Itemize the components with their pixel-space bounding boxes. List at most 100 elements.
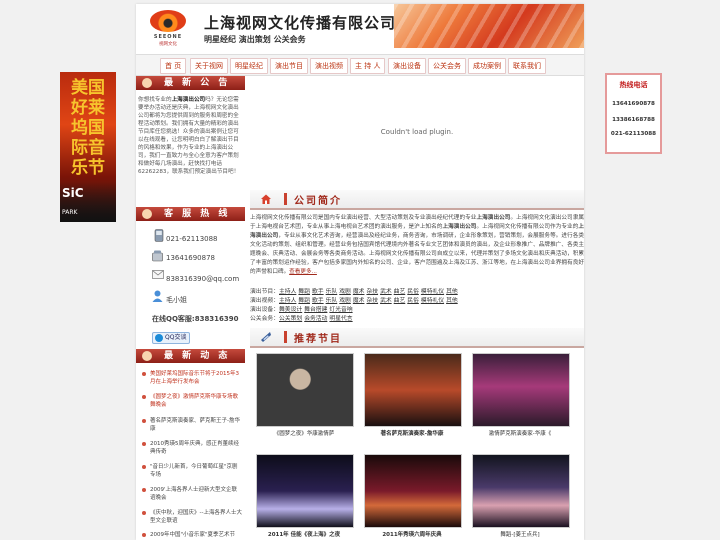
- news-item[interactable]: 2009'上海各界人士迎新大型文企联谊晚会: [142, 486, 242, 502]
- program-thumbnail[interactable]: [256, 454, 354, 528]
- news-item[interactable]: 美国好莱坞国际音乐节将于2015年3月在上海举行发布会: [142, 370, 242, 386]
- about-text-part: 上海视网文化传播有限公司是国内专业演出经营、大型活动策划及专业演出经纪代理的专业: [250, 215, 477, 221]
- category-link[interactable]: 明星代言: [329, 316, 352, 322]
- news-item[interactable]: "音日少儿新首，今日葡萄红星"京剧专场: [142, 463, 242, 479]
- category-link[interactable]: 模特礼仪: [421, 298, 444, 304]
- bullet-icon: [142, 465, 146, 469]
- nav-programs[interactable]: 演出节目: [270, 58, 308, 74]
- news-item-text: "音日少儿新首，今日葡萄红星"京剧专场: [150, 464, 238, 478]
- category-link[interactable]: 武术: [380, 298, 392, 304]
- program-thumbnail[interactable]: [364, 353, 462, 427]
- category-link[interactable]: 公关策划: [279, 316, 302, 322]
- bullet-icon: [142, 533, 146, 537]
- category-link[interactable]: 其他: [446, 298, 458, 304]
- hotline-float-title: 热线电话: [619, 81, 648, 89]
- program-caption[interactable]: 《圆梦之夜》华康激情萨: [256, 429, 352, 437]
- category-link[interactable]: 曲艺: [394, 298, 406, 304]
- program-caption[interactable]: 2011年 佳能《夜上海》之夜: [256, 530, 352, 538]
- headset-icon: [142, 209, 152, 219]
- nav-star-agency[interactable]: 明星经纪: [230, 58, 268, 74]
- news-item[interactable]: 《庆中秋，迎国庆》--上海各界人士大型文企联谊: [142, 509, 242, 525]
- nav-pr[interactable]: 公关会务: [428, 58, 466, 74]
- ad-sic-text: SiC: [62, 186, 84, 200]
- nav-hosts[interactable]: 主 持 人: [350, 58, 386, 74]
- news-item-text: 2010秀瑛5周年庆典，感正肖董续经典传奇: [150, 441, 239, 455]
- program-card[interactable]: 《圆梦之夜》华康激情萨: [256, 353, 354, 437]
- program-thumbnail[interactable]: [472, 454, 570, 528]
- nav-home[interactable]: 首 页: [160, 58, 187, 74]
- news-item[interactable]: 2010秀瑛5周年庆典，感正肖董续经典传奇: [142, 440, 242, 456]
- read-more-link[interactable]: 查看更多...: [289, 269, 317, 275]
- program-caption[interactable]: 激情萨克斯演奏家-华康《: [472, 429, 568, 437]
- qq-penguin-icon: [155, 334, 163, 342]
- news-item-text: 《庆中秋，迎国庆》--上海各界人士大型文企联谊: [150, 510, 242, 524]
- nav-cases[interactable]: 成功案例: [468, 58, 506, 74]
- user-icon: [152, 290, 163, 302]
- nav-videos[interactable]: 演出视频: [310, 58, 348, 74]
- news-item[interactable]: 著名萨克斯演奏家、萨克斯王子-詹华康: [142, 417, 242, 433]
- notice-company: 上海演出公司: [171, 97, 206, 103]
- news-header: 最 新 动 态: [136, 349, 245, 363]
- film-icon: [261, 332, 271, 342]
- site-subtitle: 明星经纪 演出策划 公关会务: [204, 35, 306, 44]
- news-item[interactable]: 《圆梦之夜》激情萨克斯华康专场歌舞晚会: [142, 393, 242, 409]
- category-link[interactable]: 会务活动: [304, 316, 327, 322]
- program-card[interactable]: 激情萨克斯演奏家-华康《: [472, 353, 570, 437]
- news-item-text: 《圆梦之夜》激情萨克斯华康专场歌舞晚会: [150, 394, 239, 408]
- hotline-tel: 021-62113088: [166, 235, 218, 243]
- program-caption[interactable]: 舞蹈-[姜王点兵]: [472, 530, 568, 538]
- phone-icon: [154, 229, 164, 242]
- nav-contact[interactable]: 联系我们: [508, 58, 546, 74]
- category-label: 公关会务：: [250, 316, 279, 322]
- program-caption[interactable]: 2011年秀瑛六周年庆典: [364, 530, 460, 538]
- category-link[interactable]: 民俗: [407, 298, 419, 304]
- about-highlight: 上海演出公司: [476, 215, 511, 221]
- news-item-text: 著名萨克斯演奏家、萨克斯王子-詹华康: [150, 418, 240, 432]
- news-item-text: 2009'上海各界人士迎新大型文企联谊晚会: [150, 487, 238, 501]
- qq-service-text: 在线QQ客服:838316390: [152, 315, 239, 323]
- program-thumbnail[interactable]: [364, 454, 462, 528]
- logo-cn-text: 视网文化: [159, 42, 177, 47]
- bullet-icon: [142, 395, 146, 399]
- floating-hotline-right: 热线电话 13641690878 13386168788 021-6211308…: [605, 73, 662, 154]
- site-title: 上海视网文化传播有限公司: [204, 14, 397, 32]
- news-item[interactable]: 2009年中国"小音乐家"夏季艺术节: [142, 531, 242, 539]
- hotline-header: 客 服 热 线: [136, 207, 245, 221]
- qq-chat-button[interactable]: QQ交谈: [152, 332, 191, 344]
- logo-eye-icon: [150, 10, 186, 32]
- megaphone-icon: [142, 78, 152, 88]
- section-bar: [284, 193, 287, 205]
- category-row: 演出设备：舞美设计 舞台搭建 灯光音响: [250, 304, 355, 313]
- hotline-email[interactable]: 838316390@qq.com: [166, 275, 239, 283]
- category-row: 演出视频：主持人 舞蹈 歌手 乐队 戏剧 魔术 杂技 武术 曲艺 民俗 模特礼仪 其他: [250, 295, 460, 304]
- page-container: SEEONE 视网文化 上海视网文化传播有限公司 明星经纪 演出策划 公关会务 …: [136, 4, 584, 540]
- program-card[interactable]: 2011年秀瑛六周年庆典: [364, 454, 462, 538]
- hotline-contact: 毛小姐: [166, 296, 187, 304]
- program-caption[interactable]: 著名萨克斯演奏家-詹华康: [364, 429, 460, 437]
- program-card[interactable]: 舞蹈-[姜王点兵]: [472, 454, 570, 538]
- bullet-icon: [142, 372, 146, 376]
- header-banner-graphic: [394, 4, 584, 48]
- notice-title: 最 新 公 告: [164, 78, 231, 88]
- category-link[interactable]: 杂技: [366, 298, 378, 304]
- news-item-text: 美国好莱坞国际音乐节将于2015年3月在上海举行发布会: [150, 371, 239, 385]
- flash-plugin-area: Couldn't load plugin.: [250, 76, 584, 188]
- program-thumbnail[interactable]: [256, 353, 354, 427]
- program-thumbnail[interactable]: [472, 353, 570, 427]
- nav-equipment[interactable]: 演出设备: [388, 58, 426, 74]
- nav-about[interactable]: 关于视网: [190, 58, 228, 74]
- program-card[interactable]: 著名萨克斯演奏家-詹华康: [364, 353, 462, 437]
- site-logo[interactable]: SEEONE 视网文化: [142, 8, 192, 48]
- program-card[interactable]: 2011年 佳能《夜上海》之夜: [256, 454, 354, 538]
- notice-header: 最 新 公 告: [136, 76, 245, 90]
- plugin-error-text: Couldn't load plugin.: [380, 128, 454, 136]
- recommend-title: 推荐节目: [294, 334, 342, 345]
- floating-ad-left[interactable]: 美国好莱坞国际音乐节 SiC PARK: [60, 72, 116, 222]
- notice-text: 你想找专业的: [138, 97, 172, 103]
- telephone-icon: [152, 250, 163, 262]
- ad-text: 美国好莱坞国际音乐节: [71, 78, 105, 178]
- hotline-title: 客 服 热 线: [164, 209, 231, 219]
- hotline-mobile: 13641690878: [166, 254, 215, 262]
- bullet-icon: [142, 419, 146, 423]
- main-nav: 首 页 关于视网 明星经纪 演出节目 演出视频 主 持 人 演出设备 公关会务 …: [136, 54, 584, 76]
